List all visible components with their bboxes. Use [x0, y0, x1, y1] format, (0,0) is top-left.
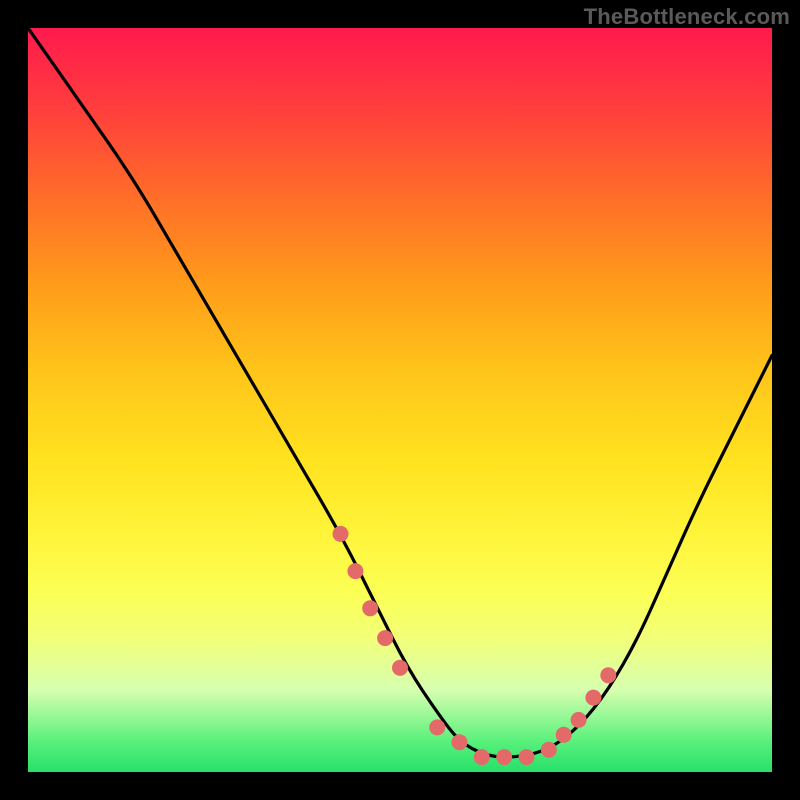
highlight-dot — [347, 563, 363, 579]
highlight-dot — [474, 749, 490, 765]
highlight-dot — [333, 526, 349, 542]
highlight-dot — [452, 734, 468, 750]
highlight-dot — [362, 600, 378, 616]
watermark-text: TheBottleneck.com — [584, 4, 790, 30]
highlight-dot — [392, 660, 408, 676]
highlight-dot — [600, 667, 616, 683]
highlight-dot — [496, 749, 512, 765]
highlight-dot — [429, 719, 445, 735]
bottleneck-curve — [28, 28, 772, 757]
plot-area — [28, 28, 772, 772]
highlight-dot — [571, 712, 587, 728]
chart-frame: TheBottleneck.com — [0, 0, 800, 800]
highlight-dot — [519, 749, 535, 765]
highlight-dot — [541, 742, 557, 758]
highlight-dot — [377, 630, 393, 646]
highlight-dot — [585, 690, 601, 706]
highlight-dot — [556, 727, 572, 743]
chart-svg — [28, 28, 772, 772]
